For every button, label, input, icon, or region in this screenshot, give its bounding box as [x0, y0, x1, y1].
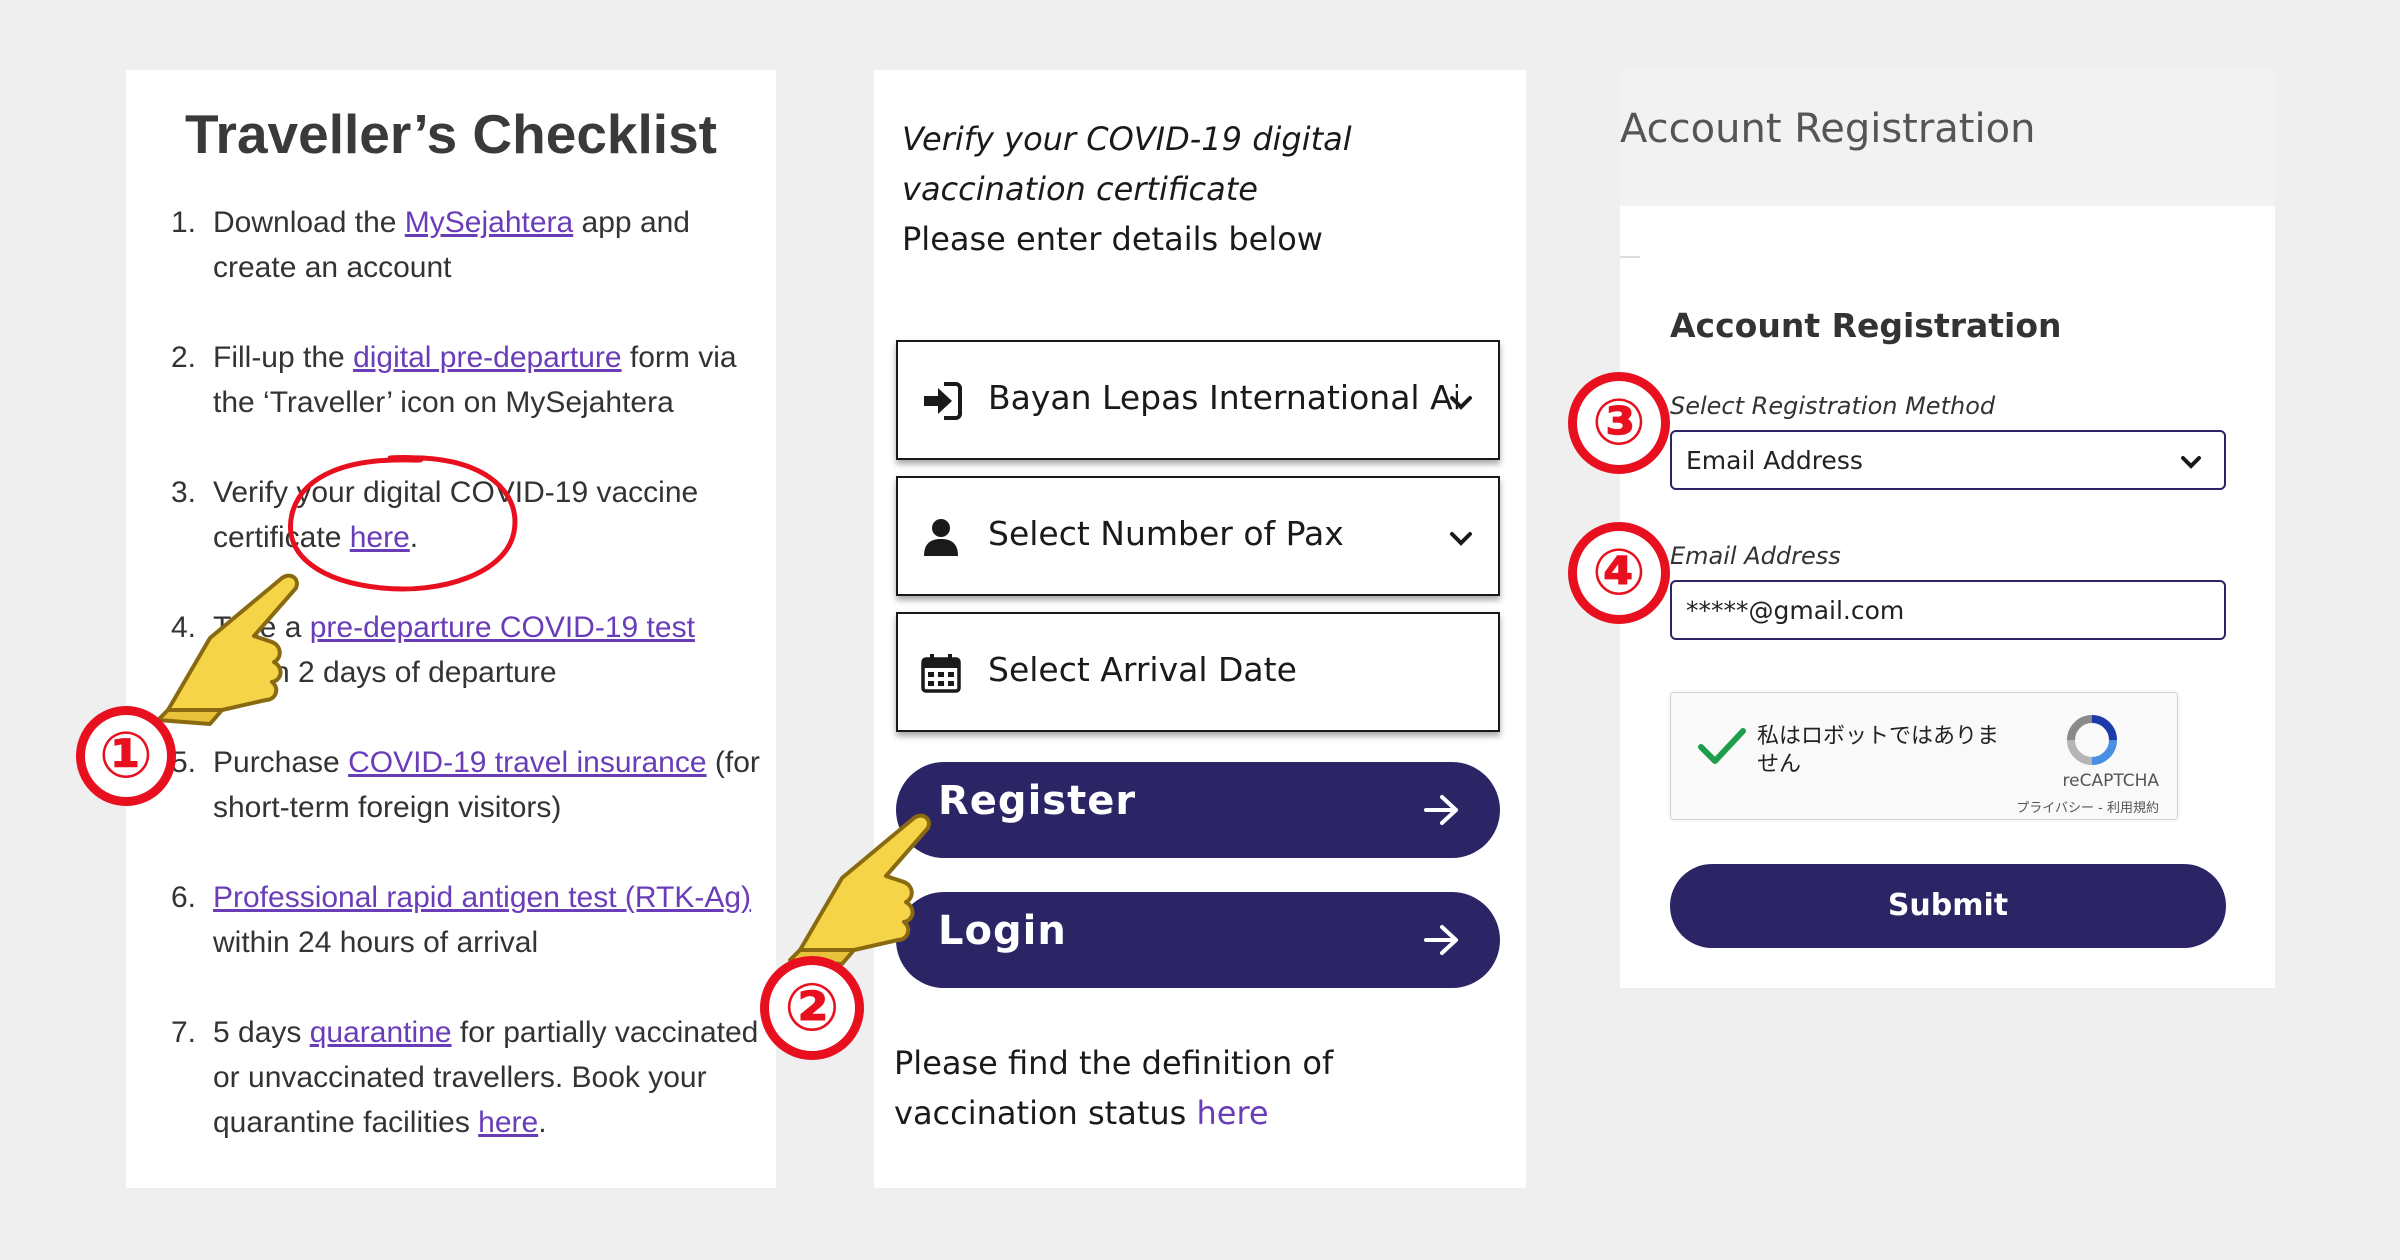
- sign-in-icon: [924, 382, 962, 420]
- vaccination-status-note: Please find the definition of vaccinatio…: [894, 1038, 1504, 1138]
- submit-button[interactable]: Submit: [1670, 864, 2226, 948]
- recaptcha-logo-icon: [2067, 715, 2117, 765]
- divider: [1620, 256, 1640, 258]
- item-text: Purchase: [213, 746, 349, 779]
- item-text: Download the: [213, 206, 405, 239]
- item-text: within 24 hours of arrival: [213, 926, 539, 959]
- quarantine-facilities-here-link[interactable]: here: [478, 1106, 538, 1139]
- account-registration-panel: Account Registration Account Registratio…: [1620, 70, 2275, 988]
- arrow-right-icon: [1424, 795, 1458, 825]
- pax-select-placeholder: Select Number of Pax: [988, 514, 1344, 553]
- travel-insurance-link[interactable]: COVID-19 travel insurance: [348, 746, 706, 779]
- recaptcha-terms-link[interactable]: プライバシー - 利用規約: [2016, 797, 2159, 816]
- checklist-title: Traveller’s Checklist: [185, 103, 717, 165]
- registration-method-select[interactable]: Email Address: [1670, 430, 2226, 490]
- email-label: Email Address: [1670, 542, 1841, 570]
- recaptcha-text: 私はロボットではありません: [1757, 724, 2000, 777]
- airport-select[interactable]: Bayan Lepas International Airp: [896, 340, 1500, 460]
- register-button[interactable]: Register: [896, 762, 1500, 858]
- pointing-hand-icon: [788, 813, 931, 966]
- login-label: Login: [938, 908, 1067, 954]
- arrival-date-field[interactable]: Select Arrival Date: [896, 612, 1500, 732]
- register-label: Register: [938, 778, 1137, 824]
- registration-method-label: Select Registration Method: [1670, 392, 1996, 420]
- chevron-down-icon: [1450, 396, 1472, 410]
- login-button[interactable]: Login: [896, 892, 1500, 988]
- card-title: Account Registration: [1670, 306, 2062, 345]
- chevron-down-icon: [2181, 456, 2201, 469]
- arrow-right-icon: [1424, 925, 1458, 955]
- verify-heading-plain: Please enter details below: [902, 220, 1323, 258]
- arrival-date-placeholder: Select Arrival Date: [988, 650, 1297, 689]
- item-text: .: [538, 1106, 547, 1139]
- quarantine-link[interactable]: quarantine: [310, 1016, 452, 1049]
- vaccination-status-here-link[interactable]: here: [1196, 1094, 1268, 1132]
- item-number: 6.: [171, 881, 197, 914]
- step-2-badge: ②: [760, 956, 864, 1060]
- email-value: *****@gmail.com: [1686, 596, 1905, 625]
- chevron-down-icon: [1450, 532, 1472, 546]
- rtk-ag-link[interactable]: Professional rapid antigen test (RTK-Ag): [213, 881, 751, 914]
- item-number: 5.: [171, 746, 197, 779]
- item-number: 1.: [171, 206, 197, 239]
- item-text: Fill-up the: [213, 341, 354, 374]
- verify-certificate-panel: Verify your COVID-19 digital vaccination…: [874, 70, 1526, 1188]
- pax-select[interactable]: Select Number of Pax: [896, 476, 1500, 596]
- item-number: 7.: [171, 1016, 197, 1049]
- verify-heading-italic: Verify your COVID-19 digital vaccination…: [902, 120, 1352, 208]
- item-number: 3.: [171, 476, 197, 509]
- step-3-badge: ③: [1568, 372, 1670, 474]
- page-title: Account Registration: [1620, 106, 2036, 152]
- pre-departure-test-link[interactable]: pre-departure COVID-19 test: [310, 611, 695, 644]
- recaptcha-widget[interactable]: 私はロボットではありません reCAPTCHA プライバシー - 利用規約: [1670, 692, 2178, 820]
- recaptcha-brand: reCAPTCHA: [2062, 771, 2160, 791]
- pointing-hand-icon: [156, 573, 299, 726]
- user-icon: [924, 519, 958, 556]
- digital-pre-departure-link[interactable]: digital pre-departure: [353, 341, 622, 374]
- verify-heading: Verify your COVID-19 digital vaccination…: [902, 114, 1502, 264]
- airport-select-value: Bayan Lepas International Airp: [988, 378, 1458, 417]
- mysejahtera-link[interactable]: MySejahtera: [405, 206, 573, 239]
- step-4-badge: ④: [1568, 522, 1670, 624]
- item-number: 2.: [171, 341, 197, 374]
- checkmark-icon: [1698, 728, 1746, 764]
- calendar-icon: [921, 654, 961, 693]
- registration-method-value: Email Address: [1686, 446, 1863, 475]
- email-field[interactable]: *****@gmail.com: [1670, 580, 2226, 640]
- registration-card: Account Registration Select Registration…: [1620, 206, 2275, 988]
- step-1-badge: ①: [76, 706, 176, 806]
- item-text: 5 days: [213, 1016, 310, 1049]
